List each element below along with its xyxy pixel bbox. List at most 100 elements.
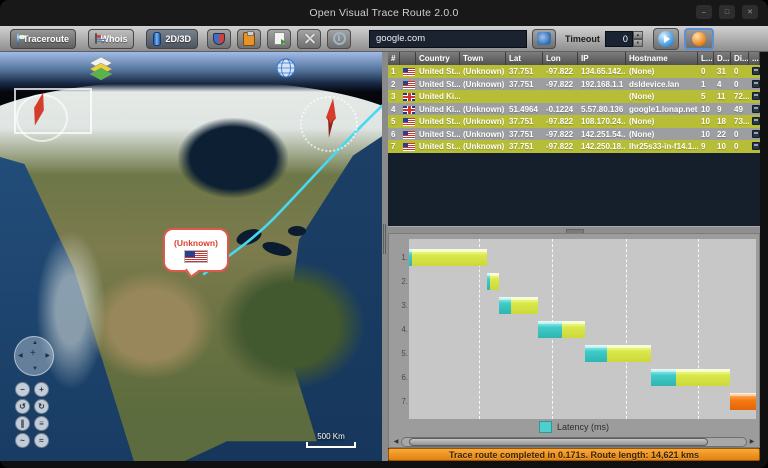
host-details-icon[interactable] [749,65,760,78]
column-header[interactable]: Di... [731,52,749,65]
chart-row-label: 3. [401,301,408,310]
pan-up-icon[interactable]: ▲ [32,340,38,346]
scroll-left-icon[interactable]: ◀ [391,436,401,447]
tilt-up-button[interactable]: ∥ [15,416,30,431]
timeout-label: Timeout [565,33,600,44]
map-panel[interactable]: (Unknown) ▲ ▼ ◀ ▶ + − + ↺ ↻ ∥ ≡ ~ ≈ 500 … [0,52,382,461]
table-cell: 10 [701,117,710,126]
host-details-icon[interactable] [749,140,760,153]
column-header[interactable]: IP [578,52,626,65]
horizontal-splitter[interactable] [388,226,760,234]
app-window: Open Visual Trace Route 2.0.0 – □ ✕ Trac… [0,0,768,468]
table-cell: 0 [734,129,739,139]
pan-right-icon[interactable]: ▶ [45,353,50,359]
column-header[interactable]: Hostname [626,52,698,65]
table-cell: dsldevice.lan [629,79,680,89]
spinner-down-icon[interactable]: ▼ [632,38,643,47]
table-row[interactable]: 5 United St... (Unknown) 37.751 -97.822 108.1… [388,115,760,128]
us-flag-icon [400,128,416,141]
column-header[interactable]: Lon [543,52,578,65]
info-button[interactable]: i [327,28,351,49]
rotate-cw-button[interactable]: ↻ [34,399,49,414]
clipboard-button[interactable] [237,28,261,49]
rotate-ccw-button[interactable]: ↺ [15,399,30,414]
run-button[interactable] [652,27,679,50]
pan-down-icon[interactable]: ▼ [32,366,38,372]
mode-2d3d-icon [153,31,162,46]
settings-button[interactable] [297,28,321,49]
table-row[interactable]: 6 United St... (Unknown) 37.751 -97.822 142.2… [388,127,760,141]
scroll-right-icon[interactable]: ▶ [747,436,757,447]
table-cell: 0 [734,79,739,89]
chart-hscrollbar[interactable]: ◀ ▶ [391,436,757,447]
table-row[interactable]: 4 United Ki... (Unknown) 51.4964 -0.1224 5.57… [388,102,760,116]
compass-left-needle-icon [34,92,44,126]
zoom-in-button[interactable]: + [34,382,49,397]
column-header[interactable]: # [388,52,400,65]
column-header[interactable]: Lat [506,52,543,65]
column-header[interactable]: L... [698,52,714,65]
table-cell: 22 [717,129,726,139]
host-details-icon[interactable] [749,90,760,103]
heading-reset-button[interactable]: ~ [15,433,30,448]
table-cell: 108.170.24... [581,117,626,126]
us-flag-icon [400,140,416,153]
table-cell: (None) [629,117,655,126]
column-header[interactable] [400,52,416,65]
table-row[interactable]: 2 United St... (Unknown) 37.751 -97.822 192.1… [388,77,760,91]
chart-bar-span [490,273,500,290]
view-reset-button[interactable]: ≈ [34,433,49,448]
table-cell: 9 [701,142,706,151]
table-cell: (Unknown) [463,79,505,89]
close-button[interactable]: ✕ [742,5,758,19]
host-details-icon[interactable] [749,78,760,91]
table-cell: 37.751 [509,129,534,139]
export-icon [273,32,286,45]
play-icon [657,30,674,47]
host-input[interactable] [369,29,527,48]
spinner-up-icon[interactable]: ▲ [632,30,643,39]
whois-button[interactable]: Whois [88,28,134,49]
column-header[interactable]: Town [460,52,506,65]
export-button[interactable] [267,28,291,49]
table-cell: 3 [391,92,396,101]
globe-icon[interactable] [276,58,296,78]
column-header[interactable]: Country [416,52,460,65]
table-cell: 72... [734,92,749,101]
host-details-icon[interactable] [749,128,760,141]
host-details-icon[interactable] [749,103,760,116]
network-icon [537,32,551,45]
table-row[interactable]: 1 United St... (Unknown) 37.751 -97.822 134.6… [388,65,760,78]
layers-icon[interactable] [88,56,114,82]
pan-center-icon[interactable]: + [30,349,36,359]
maximize-button[interactable]: □ [719,5,735,19]
mode-2d3d-button[interactable]: 2D/3D [146,28,198,49]
column-header[interactable]: D... [714,52,731,65]
stop-button[interactable] [683,27,714,50]
traceroute-button[interactable]: Traceroute [10,28,76,49]
table-cell: 49 [734,104,743,114]
host-details-icon[interactable] [749,115,760,128]
toolbar: Traceroute Whois 2D/3D i Timeout 0 ▲ ▼ [0,26,768,52]
map-scale-label: 500 Km [317,432,345,441]
pan-control[interactable]: ▲ ▼ ◀ ▶ + [14,336,54,376]
network-button[interactable] [532,28,556,49]
table-row[interactable]: 3 United Ki... (None) 5 11 72... [388,90,760,103]
timeout-spinner[interactable]: 0 ▲ ▼ [604,30,643,47]
chart-bar-span [412,249,488,266]
scrollbar-thumb[interactable] [408,437,709,446]
screenshot-button[interactable] [207,28,231,49]
scrollbar-track[interactable] [401,436,747,447]
minimize-button[interactable]: – [696,5,712,19]
table-row[interactable]: 7 United St... (Unknown) 37.751 -97.822 142.2… [388,140,760,153]
chart-plot-area [409,239,756,419]
table-cell: 192.168.1.1 [581,79,624,89]
us-flag-icon [400,65,416,78]
table-cell: 1 [701,79,706,89]
zoom-out-button[interactable]: − [15,382,30,397]
status-text: Trace route completed in 0.171s. Route l… [448,449,700,460]
timeout-value[interactable]: 0 [604,30,633,47]
pan-left-icon[interactable]: ◀ [18,353,23,359]
tilt-down-button[interactable]: ≡ [34,416,49,431]
column-header[interactable]: ... [749,52,760,65]
